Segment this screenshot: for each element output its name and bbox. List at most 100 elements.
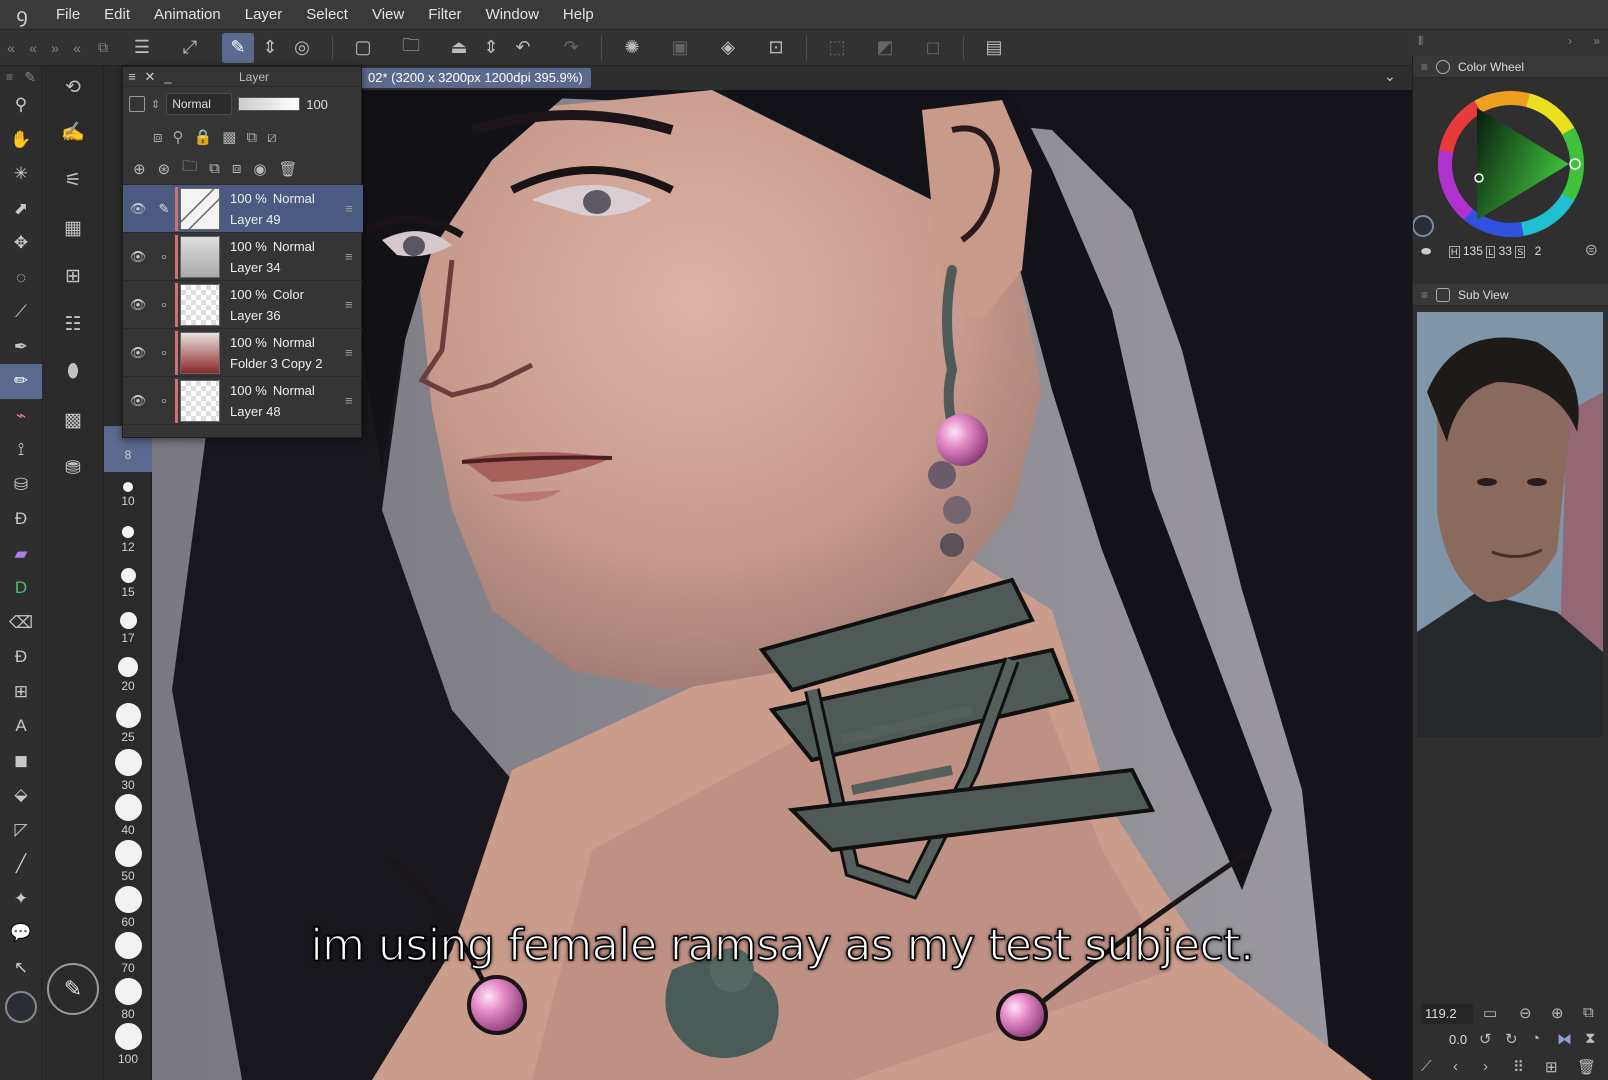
layer-property-icon[interactable]: ⊞ (42, 252, 104, 300)
app-logo-icon[interactable]: ꝯ (0, 0, 44, 30)
decoration-tool-icon[interactable]: ⛁ (0, 468, 42, 503)
open-folder-icon[interactable]: 🗀 (395, 33, 427, 63)
deselect-icon[interactable]: ⬚ (821, 33, 853, 63)
reference-photo[interactable] (1417, 312, 1603, 737)
collapse-left2-icon[interactable]: « (22, 40, 44, 56)
grid-tool-icon[interactable]: ⊞ (0, 675, 42, 710)
reference-layer-icon[interactable]: ⚲ (173, 128, 184, 146)
eye-icon[interactable]: 👁 (123, 249, 153, 265)
rotate-right-icon[interactable]: ↻ (1505, 1030, 1518, 1048)
gradient-brush-icon[interactable]: ▰ (0, 537, 42, 572)
zoom-slider[interactable]: ▭ (1483, 1004, 1497, 1022)
frame-tool-icon[interactable]: ◸ (0, 813, 42, 848)
color-wheel-tab[interactable]: ≡ Color Wheel (1413, 56, 1608, 78)
duplicate-layer-icon[interactable]: ⧉ (209, 160, 220, 177)
menu-view[interactable]: View (360, 0, 416, 30)
invert-selection-icon[interactable]: ◩ (869, 33, 901, 63)
brush-size-item[interactable]: 60 (104, 884, 152, 930)
collapse-right-icon[interactable]: » (1593, 34, 1600, 48)
eye-icon[interactable]: 👁 (123, 393, 153, 409)
brush-size-item[interactable]: 40 (104, 792, 152, 838)
mask-enable-icon[interactable]: ⧉ (246, 129, 257, 146)
redo-icon[interactable]: ↷ (555, 33, 587, 63)
opacity-slider[interactable] (238, 97, 301, 111)
layer-row[interactable]: 👁 ▫ 100 % Normal Layer 48 ≡ (123, 377, 363, 425)
zoom-input[interactable]: 119.2 (1421, 1004, 1473, 1024)
color-wheel[interactable] (1412, 78, 1608, 248)
layer-list-icon[interactable]: ☷ (42, 300, 104, 348)
brush-size-item[interactable]: 12 (104, 518, 152, 564)
menu-animation[interactable]: Animation (142, 0, 233, 30)
zoom-tool-icon[interactable]: ⚲ (0, 88, 42, 123)
ruler-enable-icon[interactable]: ⧄ (267, 129, 277, 146)
lasso-tool-icon[interactable]: ◌ (0, 261, 42, 296)
toolbar-grip-icon[interactable]: ≡ ✎ (0, 66, 42, 88)
rotation-value[interactable]: 0.0 (1449, 1032, 1467, 1047)
flip-vertical-icon[interactable]: ⧗ (1585, 1030, 1596, 1047)
eye-icon[interactable]: 👁 (123, 345, 153, 361)
hamburger-menu-icon[interactable]: ☰ (126, 33, 158, 63)
edit-slot[interactable]: ▫ (153, 393, 175, 408)
merge-layer-icon[interactable]: ⧈ (232, 160, 242, 177)
undo-icon[interactable]: ↶ (507, 33, 539, 63)
layer-mask-icon[interactable]: ◉ (253, 160, 266, 178)
loading-icon[interactable]: ✺ (616, 33, 648, 63)
close-icon[interactable]: ✕ (141, 69, 159, 85)
balloon-tool-icon[interactable]: 💬 (0, 916, 42, 951)
menu-file[interactable]: File (44, 0, 92, 30)
brush-size-item[interactable]: 80 (104, 976, 152, 1022)
lock-icon[interactable]: 🔒 (194, 128, 213, 146)
history-tool-icon[interactable]: ⟲ (42, 66, 104, 108)
brush-tool-icon[interactable]: ⌁ (0, 399, 42, 434)
delete-image-icon[interactable]: 🗑 (1577, 1058, 1596, 1076)
eyedropper-tool-icon[interactable]: ⟋ (0, 295, 42, 330)
menu-filter[interactable]: Filter (416, 0, 473, 30)
menu-help[interactable]: Help (551, 0, 606, 30)
brush-size-item[interactable]: 100 (104, 1021, 152, 1067)
line-tool-icon[interactable]: ╱ (0, 847, 42, 882)
new-vector-layer-icon[interactable]: ⊛ (158, 160, 171, 178)
edit-pen-icon[interactable]: ✎ (222, 32, 254, 63)
color-mode-icon[interactable]: ⬬ (1421, 244, 1431, 259)
layer-row[interactable]: 👁 ▫ 100 % Normal Layer 34 ≡ (123, 233, 363, 281)
fill-tool-icon[interactable]: ⬙ (0, 778, 42, 813)
new-folder-icon[interactable]: 🗀 (182, 156, 197, 181)
chevron-updown-icon[interactable]: ⇕ (151, 98, 160, 111)
layer-row[interactable]: 👁 ✎ 100 % Normal Layer 49 ≡ (123, 185, 363, 233)
layer-row[interactable]: 👁 ▫ 100 % Normal Folder 3 Copy 2 ≡ (123, 329, 363, 377)
lock-transparency-icon[interactable]: ▩ (222, 128, 236, 146)
drag-handle-icon[interactable]: ≡ (345, 249, 363, 264)
opacity-value[interactable]: 100 (306, 97, 328, 112)
brush-size-item[interactable]: 25 (104, 701, 152, 747)
custom-pen-icon[interactable]: Ð (0, 502, 42, 537)
collapse-left-icon[interactable]: « (0, 40, 22, 56)
main-color-icon[interactable] (0, 985, 42, 1029)
brush-size-item[interactable]: 70 (104, 930, 152, 976)
selection-area-icon[interactable]: ◻ (917, 33, 949, 63)
adjust-sliders-icon[interactable]: ⚟ (42, 156, 104, 204)
panel-menu-icon[interactable]: ≡ (1421, 288, 1428, 302)
expand-right-icon[interactable]: › (1568, 34, 1572, 48)
transform-icon[interactable]: ⊡ (760, 33, 792, 63)
sub-view-tab[interactable]: ≡ Sub View (1413, 284, 1608, 306)
figure-tool-icon[interactable]: ◼ (0, 744, 42, 779)
delete-layer-icon[interactable]: 🗑 (279, 160, 298, 178)
edit-slot[interactable]: ▫ (153, 249, 175, 264)
quick-access-button[interactable]: ✎ (42, 958, 104, 1020)
menu-window[interactable]: Window (474, 0, 551, 30)
menu-edit[interactable]: Edit (92, 0, 142, 30)
next-icon[interactable]: › (1483, 1058, 1488, 1075)
drag-handle-icon[interactable]: ≡ (345, 201, 363, 216)
brush-settings-icon[interactable]: ✍ (42, 108, 104, 156)
material-icon[interactable]: ▦ (42, 204, 104, 252)
pencil-tool-icon[interactable]: ✏ (0, 364, 42, 399)
clear-icon[interactable]: ▣ (664, 33, 696, 63)
zoom-out-icon[interactable]: ⊖ (1519, 1004, 1532, 1022)
minimize-icon[interactable]: _ (159, 69, 177, 84)
eye-icon[interactable]: 👁 (123, 201, 153, 217)
sparkle-tool-icon[interactable]: ✦ (0, 882, 42, 917)
brush-size-item[interactable]: 10 (104, 472, 152, 518)
tablet-icon[interactable]: ▤ (978, 33, 1010, 63)
up-down2-icon[interactable]: ⇕ (483, 33, 499, 63)
panel-toggle-icon[interactable]: ⧉ (88, 39, 118, 56)
